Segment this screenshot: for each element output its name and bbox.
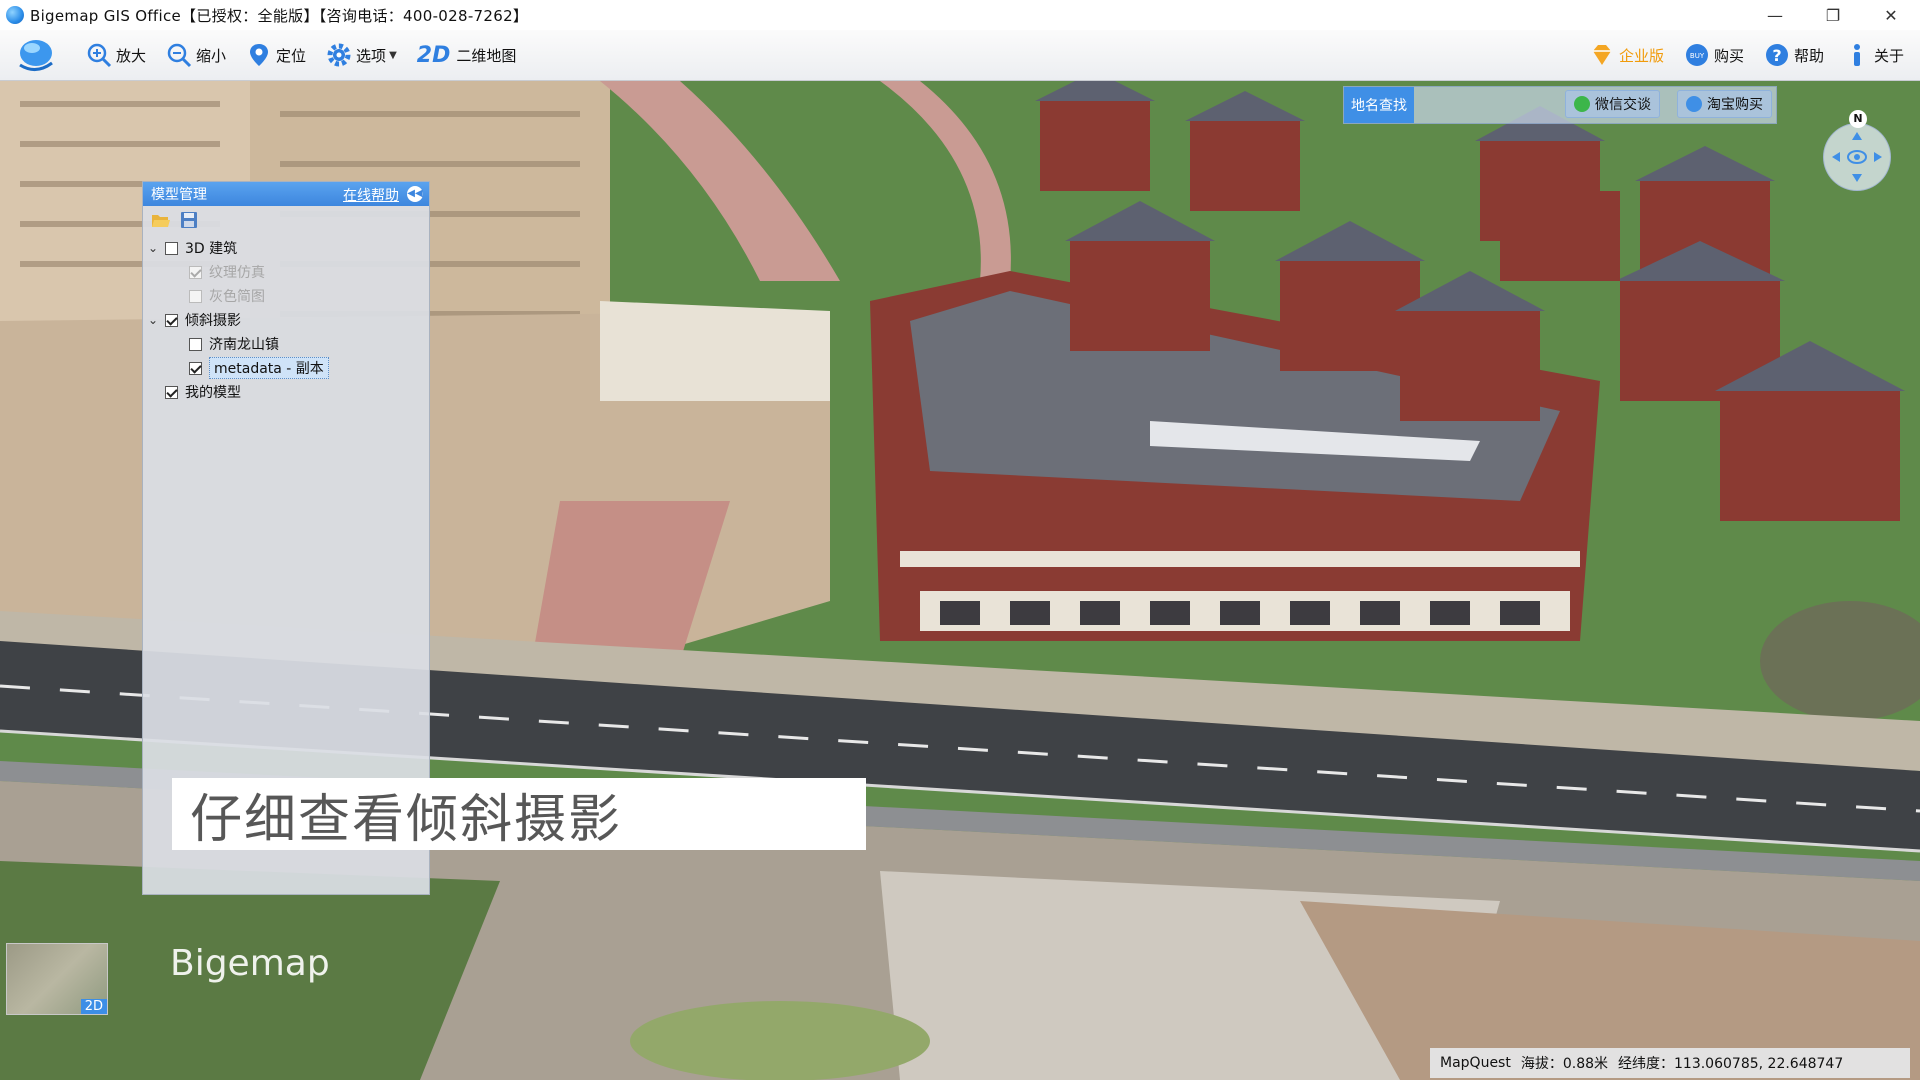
about-button[interactable]: 关于 <box>1842 38 1906 72</box>
collapse-panel-icon[interactable]: ◀◀ <box>407 186 423 202</box>
panel-header: 模型管理 在线帮助 ◀◀ <box>143 182 429 206</box>
checkbox-my-models[interactable] <box>165 385 178 399</box>
close-button[interactable]: ✕ <box>1862 0 1920 30</box>
about-label: 关于 <box>1873 46 1904 65</box>
tree-label-3d-buildings: 3D 建筑 <box>185 241 238 257</box>
tree-item-3d-buildings[interactable]: ⌄ 3D 建筑 <box>143 236 429 260</box>
pan-arrows-icon <box>1832 132 1882 182</box>
gear-icon <box>327 43 351 67</box>
tree-item-grey: 灰色简图 <box>143 284 429 308</box>
tree-label-grey: 灰色简图 <box>209 289 265 305</box>
caption-text: 仔细查看倾斜摄影 <box>190 789 623 850</box>
tree-item-texture: 纹理仿真 <box>143 260 429 284</box>
taobao-buy-button[interactable]: 淘宝购买 <box>1677 90 1772 118</box>
chevron-down-icon[interactable]: ⌄ <box>147 241 159 255</box>
map-2d-icon: 2D <box>416 42 451 68</box>
chevron-down-icon: ▼ <box>389 49 397 61</box>
map-provider: MapQuest <box>1440 1055 1511 1071</box>
tree-label-texture: 纹理仿真 <box>209 265 265 281</box>
tree-label-oblique: 倾斜摄影 <box>185 313 241 329</box>
diamond-icon <box>1592 45 1611 65</box>
panel-toolbar <box>143 206 429 234</box>
buy-button[interactable]: BUY 购买 <box>1682 38 1746 72</box>
map-2d-button[interactable]: 2D 二维地图 <box>415 38 519 72</box>
chevron-down-icon[interactable]: ⌄ <box>147 313 159 327</box>
wechat-label: 微信交谈 <box>1595 97 1651 113</box>
options-label: 选项 <box>356 46 387 65</box>
open-folder-icon[interactable] <box>151 211 171 229</box>
toolbar-right-group: 企业版 BUY 购买 ? 帮助 关于 <box>1571 30 1906 80</box>
main-toolbar: 放大 缩小 定位 选项 ▼ 2D 二维地图 企业版 BUY 购买 ? 帮助 关于 <box>0 30 1920 81</box>
bigemap-watermark: Bigemap <box>170 943 330 984</box>
status-bar: MapQuest 海拔：0.88米 经纬度：113.060785, 22.648… <box>1430 1048 1910 1078</box>
svg-text:?: ? <box>1772 46 1781 65</box>
tree-item-jinan[interactable]: 济南龙山镇 <box>143 332 429 356</box>
buy-label: 购买 <box>1713 46 1744 65</box>
help-button[interactable]: ? 帮助 <box>1762 38 1826 72</box>
options-button[interactable]: 选项 ▼ <box>324 38 399 72</box>
zoom-out-button[interactable]: 缩小 <box>164 38 228 72</box>
taobao-icon <box>1686 96 1702 112</box>
overview-minimap[interactable]: 2D <box>6 943 108 1015</box>
svg-text:BUY: BUY <box>1690 52 1705 60</box>
info-icon <box>1853 44 1860 66</box>
online-help-link[interactable]: 在线帮助 <box>343 185 399 205</box>
zoom-in-label: 放大 <box>116 46 147 65</box>
enterprise-label: 企业版 <box>1618 46 1664 65</box>
zoom-out-icon <box>167 43 192 68</box>
tree-label-metadata: metadata - 副本 <box>209 357 329 379</box>
minimap-2d-badge[interactable]: 2D <box>80 999 107 1014</box>
restore-button[interactable]: ❐ <box>1804 0 1862 30</box>
locate-label: 定位 <box>276 46 307 65</box>
taobao-label: 淘宝购买 <box>1707 97 1763 113</box>
app-logo-icon <box>6 6 24 24</box>
wechat-icon <box>1574 96 1590 112</box>
zoom-in-icon <box>87 43 112 68</box>
coordinates-readout: 经纬度：113.060785, 22.648747 <box>1618 1056 1844 1072</box>
wechat-chat-button[interactable]: 微信交谈 <box>1565 90 1660 118</box>
video-caption: 仔细查看倾斜摄影 <box>172 778 866 850</box>
tree-label-jinan: 济南龙山镇 <box>209 337 279 353</box>
model-tree: ⌄ 3D 建筑 纹理仿真 灰色简图 ⌄ 倾斜摄影 济南龙山镇 metadata … <box>143 234 429 404</box>
place-search-button[interactable]: 地名查找 <box>1344 87 1414 123</box>
checkbox-metadata[interactable] <box>189 361 202 375</box>
checkbox-3d-buildings[interactable] <box>165 241 178 255</box>
locate-button[interactable]: 定位 <box>244 38 308 72</box>
tree-item-metadata[interactable]: metadata - 副本 <box>143 356 429 380</box>
navigation-compass[interactable]: N <box>1823 110 1891 191</box>
help-label: 帮助 <box>1793 46 1824 65</box>
location-pin-icon <box>250 44 269 66</box>
checkbox-texture <box>189 265 202 279</box>
panel-title: 模型管理 <box>151 187 207 203</box>
tree-label-my-models: 我的模型 <box>185 385 241 401</box>
altitude-readout: 海拔：0.88米 <box>1520 1056 1609 1072</box>
bigemap-logo-icon <box>19 40 53 71</box>
title-bar: Bigemap GIS Office【已授权：全能版】【咨询电话：400-028… <box>0 0 1920 30</box>
buy-icon: BUY <box>1685 44 1708 66</box>
map-2d-label: 二维地图 <box>456 46 517 65</box>
help-icon: ? <box>1765 44 1788 66</box>
enterprise-button[interactable]: 企业版 <box>1587 38 1666 72</box>
checkbox-oblique[interactable] <box>165 313 178 327</box>
checkbox-grey <box>189 289 202 303</box>
save-icon[interactable] <box>179 211 199 229</box>
tree-item-my-models[interactable]: 我的模型 <box>143 380 429 404</box>
zoom-in-button[interactable]: 放大 <box>84 38 148 72</box>
window-controls: — ❐ ✕ <box>1746 0 1920 30</box>
minimize-button[interactable]: — <box>1746 0 1804 30</box>
tree-item-oblique[interactable]: ⌄ 倾斜摄影 <box>143 308 429 332</box>
checkbox-jinan[interactable] <box>189 337 202 351</box>
zoom-out-label: 缩小 <box>196 46 227 65</box>
window-title: Bigemap GIS Office【已授权：全能版】【咨询电话：400-028… <box>30 6 529 25</box>
